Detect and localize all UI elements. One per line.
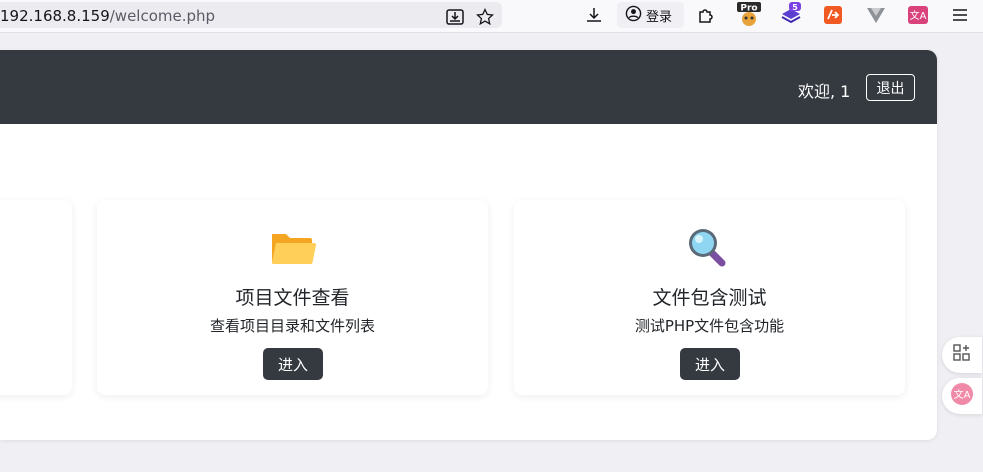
ext-pro-icon[interactable]: Pro	[737, 1, 761, 27]
ext-orange-icon[interactable]	[822, 4, 844, 26]
menu-hamburger-icon[interactable]	[949, 4, 971, 26]
apps-grid-icon	[953, 344, 971, 366]
side-apps-button[interactable]	[942, 337, 982, 373]
ext-pro-text: Pro	[740, 4, 757, 14]
side-translate-text: 文A	[954, 388, 971, 401]
ext-badge-count: 5	[792, 3, 798, 12]
ext-translate-text: 文A	[910, 9, 927, 22]
ext-badge-icon[interactable]: 5	[780, 2, 802, 24]
card-description: 测试PHP文件包含功能	[634, 317, 785, 335]
logout-button[interactable]: 退出	[866, 74, 915, 101]
url-path: /welcome.php	[109, 7, 216, 25]
folder-icon	[269, 226, 317, 268]
browser-toolbar: 192.168.8.159/welcome.php 登录 Pro 5 文A	[0, 0, 983, 33]
card-project-files: 项目文件查看 查看项目目录和文件列表 进入	[97, 200, 488, 395]
url-host: 192.168.8.159	[0, 7, 110, 25]
translate-icon: 文A	[950, 382, 974, 410]
downloads-icon[interactable]	[583, 4, 605, 26]
top-navbar: 欢迎, 1 退出	[0, 50, 937, 124]
login-label: 登录	[646, 9, 673, 25]
address-bar[interactable]: 192.168.8.159/welcome.php	[0, 2, 502, 28]
welcome-text: 欢迎, 1	[798, 82, 851, 101]
install-page-icon[interactable]	[444, 6, 466, 28]
account-icon	[625, 5, 642, 26]
card-title: 文件包含测试	[652, 287, 767, 309]
url-text[interactable]: 192.168.8.159/welcome.php	[0, 7, 215, 25]
ext-translate-icon[interactable]: 文A	[907, 4, 929, 26]
side-translate-button[interactable]: 文A	[942, 378, 982, 414]
card-title: 项目文件查看	[235, 287, 350, 309]
magnifier-icon	[684, 226, 732, 268]
extensions-puzzle-icon[interactable]	[695, 4, 717, 26]
page-container: 欢迎, 1 退出 项目文件查看 查看项目目录和文件列表 进入 文件包含测试 测试…	[0, 50, 937, 440]
enter-button[interactable]: 进入	[263, 348, 323, 380]
ext-vue-icon[interactable]	[865, 4, 887, 26]
partial-card	[0, 200, 72, 395]
enter-button[interactable]: 进入	[680, 348, 740, 380]
card-file-include-test: 文件包含测试 测试PHP文件包含功能 进入	[514, 200, 905, 395]
bookmark-star-icon[interactable]	[474, 6, 496, 28]
card-description: 查看项目目录和文件列表	[209, 317, 375, 335]
login-button[interactable]: 登录	[617, 2, 684, 28]
